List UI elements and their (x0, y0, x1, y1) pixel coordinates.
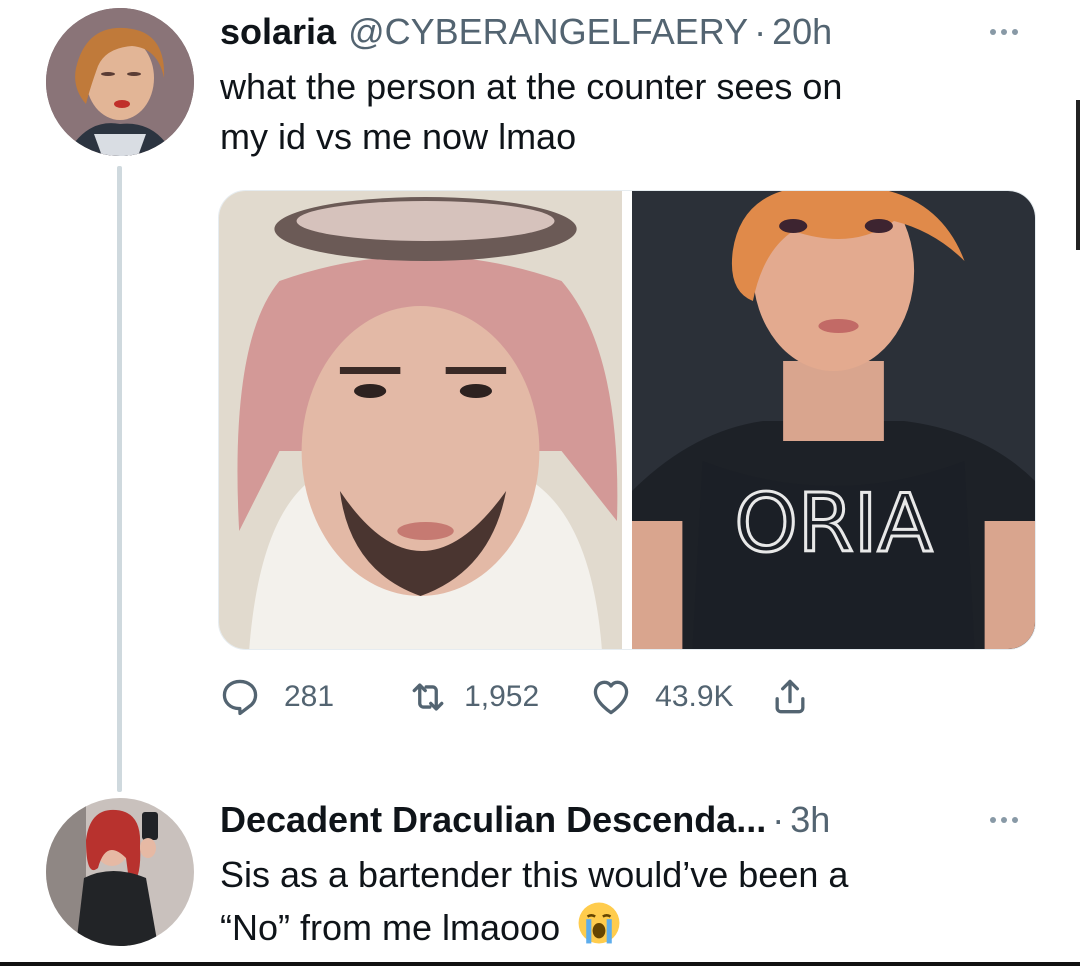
id-photo-image (219, 191, 622, 649)
reply-text-line-with-emoji: “No” from me lmaooo (220, 900, 848, 953)
more-icon[interactable] (980, 810, 1028, 830)
svg-text:ORIA: ORIA (734, 476, 932, 570)
share-icon (775, 679, 805, 714)
tweet-actions: 281 1,952 43.9K (218, 670, 812, 724)
avatar-decadent[interactable] (46, 798, 194, 946)
heart-icon (593, 680, 629, 715)
avatar-image (46, 798, 194, 946)
separator-dot: · (772, 799, 785, 840)
reply-text-line: “No” from me lmaooo (220, 907, 561, 948)
share-button[interactable] (768, 675, 812, 719)
reply-author-name[interactable]: Decadent Draculian Descenda... (220, 798, 766, 841)
retweet-icon (412, 683, 444, 711)
avatar-solaria[interactable] (46, 8, 194, 156)
tweet-header: solaria @CYBERANGELFAERY · 20h (220, 10, 832, 53)
retweet-count: 1,952 (464, 680, 540, 713)
photo-current-selfie[interactable]: ORIA (632, 191, 1035, 649)
photo-id-portrait[interactable] (219, 191, 622, 649)
retweet-button[interactable]: 1,952 (406, 675, 539, 719)
author-name[interactable]: solaria (220, 10, 336, 53)
reply-text: Sis as a bartender this would’ve been a … (220, 850, 848, 953)
reply-text-line: Sis as a bartender this would’ve been a (220, 854, 849, 895)
scrollbar-segment (1076, 100, 1080, 250)
selfie-image: ORIA (632, 191, 1035, 649)
reply-count: 281 (284, 680, 335, 713)
tweet-text: what the person at the counter sees on m… (220, 62, 842, 162)
reply-header: Decadent Draculian Descenda... · 3h (220, 798, 830, 841)
separator-dot: · (754, 11, 767, 52)
more-icon[interactable] (980, 22, 1028, 42)
reply-button[interactable]: 281 (218, 675, 334, 719)
tweet-media: ORIA (218, 190, 1036, 650)
like-count: 43.9K (655, 680, 734, 713)
like-button[interactable]: 43.9K (589, 675, 734, 719)
bottom-edge (0, 962, 1080, 966)
tweet-timestamp[interactable]: 20h (772, 10, 832, 53)
loudly-crying-face-emoji (578, 902, 620, 944)
tweet-text-line: what the person at the counter sees on (220, 66, 843, 107)
author-handle[interactable]: @CYBERANGELFAERY (348, 10, 748, 53)
reply-timestamp[interactable]: 3h (790, 798, 830, 841)
reply-icon (222, 679, 258, 716)
avatar-image (46, 8, 194, 156)
thread-line (117, 166, 122, 792)
tweet-text-line: my id vs me now lmao (220, 116, 577, 157)
